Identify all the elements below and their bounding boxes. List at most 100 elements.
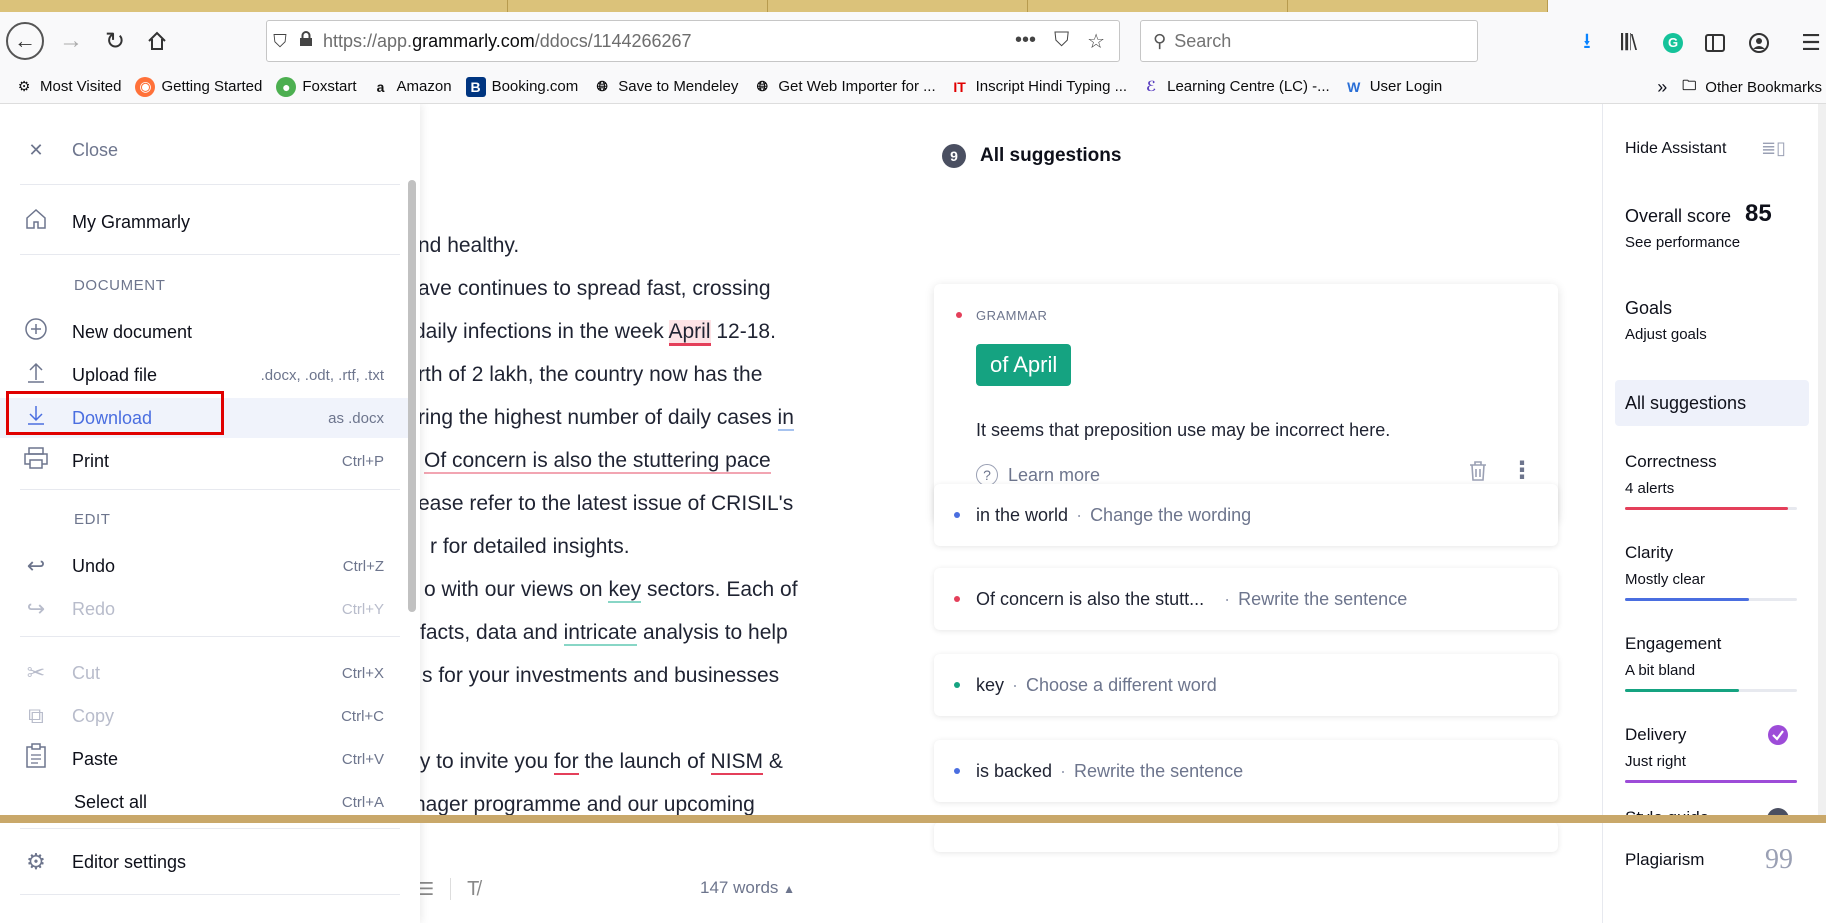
menu-editor-settings[interactable]: ⚙ Editor settings [0,842,410,882]
text-line[interactable]: ring the highest number of daily cases i… [418,406,794,431]
menu-redo[interactable]: ↪ Redo Ctrl+Y [0,589,410,629]
suggestion-card[interactable]: Of concern is also the stutt... · Rewrite… [934,568,1558,630]
flagged-word-nism[interactable]: NISM [710,750,764,775]
reload-button[interactable]: ↻ [98,24,132,58]
bookmark-web-importer[interactable]: 🌐︎ Get Web Importer for ... [752,77,936,97]
menu-download[interactable]: Download as .docx [0,398,410,438]
correctness-filter[interactable]: Correctness [1625,452,1717,472]
browser-tab[interactable] [1028,0,1288,12]
menu-cut[interactable]: ✂ Cut Ctrl+X [0,653,410,693]
bookmark-getting-started[interactable]: ◉ Getting Started [135,76,262,97]
suggestion-card[interactable]: key · Choose a different word [934,654,1558,716]
suggestion-card[interactable]: in the world · Change the wording [934,484,1558,546]
hamburger-menu-icon[interactable]: ☰ [1796,28,1826,58]
bookmark-learning-centre[interactable]: ℰ Learning Centre (LC) -... [1141,77,1330,97]
flagged-sentence[interactable]: Of concern is also the stuttering pace [424,449,771,474]
active-browser-tab[interactable] [1548,0,1826,12]
pocket-icon[interactable]: ⛉ [1054,29,1069,54]
flagged-word-for[interactable]: for [554,750,579,775]
suggestion-card[interactable] [934,822,1558,852]
search-bar[interactable]: ⚲ [1140,20,1478,62]
accept-suggestion-button[interactable]: of April [976,344,1072,386]
star-icon[interactable]: ☆ [1087,29,1105,54]
more-options-icon[interactable]: ⋮ [1510,456,1534,485]
bookmark-amazon[interactable]: a Amazon [371,77,452,97]
browser-tab[interactable] [258,0,508,12]
all-suggestions-filter[interactable]: All suggestions [1615,380,1809,426]
bookmark-foxstart[interactable]: ● Foxstart [276,76,357,97]
overall-score-label[interactable]: Overall score [1625,206,1731,227]
browser-tab[interactable] [768,0,1028,12]
menu-print[interactable]: Print Ctrl+P [0,441,410,481]
grammarly-extension-icon[interactable]: G [1658,28,1688,58]
text-line[interactable]: facts, data and intricate analysis to he… [420,621,788,646]
chevron-double-right-icon[interactable]: » [1657,77,1667,98]
text-line[interactable]: ave continues to spread fast, crossing [418,277,771,301]
text-line[interactable]: s for your investments and businesses [422,664,779,688]
page-actions-icon[interactable]: ••• [1015,29,1036,54]
search-input[interactable] [1174,30,1455,52]
bookmark-mendeley[interactable]: 🌐︎ Save to Mendeley [592,77,739,97]
globe-icon: ● [276,76,297,97]
text-line[interactable]: rth of 2 lakh, the country now has the [418,363,762,387]
close-menu-button[interactable]: ✕ Close [0,130,410,170]
clear-format-icon[interactable]: T̸ [467,878,479,901]
word-count[interactable]: 147 words ▲ [700,878,795,898]
url-text[interactable]: https://app.grammarly.com/ddocs/11442662… [323,31,1015,52]
text-line[interactable]: ease refer to the latest issue of CRISIL… [418,492,793,516]
flagged-word-in[interactable]: in [777,406,794,431]
flagged-word-intricate[interactable]: intricate [563,621,638,646]
hide-assistant-button[interactable]: Hide Assistant [1625,140,1726,158]
menu-new-document[interactable]: New document [0,312,410,352]
list-icon[interactable]: ☰ [418,879,434,900]
panel-toggle-icon[interactable]: ≣▯ [1761,138,1786,159]
text-line[interactable]: nd healthy. [418,234,519,258]
text-line[interactable]: daily infections in the week April 12-18… [414,320,776,346]
adjust-goals-link[interactable]: Adjust goals [1625,326,1707,343]
see-performance-link[interactable]: See performance [1625,234,1740,251]
menu-undo[interactable]: ↩ Undo Ctrl+Z [0,546,410,586]
globe-icon: 🌐︎ [756,78,768,94]
suggestions-header: 9 All suggestions [942,144,1121,168]
clipboard-icon [20,743,52,775]
downloads-icon[interactable]: ⭳ [1572,28,1602,58]
lock-icon[interactable] [293,30,319,52]
text-line[interactable]: r for detailed insights. [430,535,630,559]
bookmark-booking[interactable]: B Booking.com [465,76,578,97]
page-scrollbar[interactable] [1818,104,1826,815]
menu-upload-file[interactable]: Upload file .docx, .odt, .rtf, .txt [0,355,410,395]
text-line[interactable]: Of concern is also the stuttering pace [424,449,771,474]
flagged-word-key[interactable]: key [608,578,642,603]
menu-scrollbar[interactable] [408,180,416,612]
bookmark-inscript[interactable]: IT Inscript Hindi Typing ... [950,77,1127,97]
menu-my-grammarly[interactable]: My Grammarly [0,202,410,242]
browser-tab[interactable] [508,0,768,12]
text-line[interactable]: o with our views on key sectors. Each of [424,578,798,603]
menu-paste[interactable]: Paste Ctrl+V [0,739,410,779]
learn-more-link[interactable]: ? Learn more [976,464,1100,486]
text-line[interactable]: ty to invite you for the launch of NISM … [414,750,783,775]
sidebar-icon[interactable] [1700,28,1730,58]
suggestion-card[interactable]: is backed · Rewrite the sentence [934,740,1558,802]
back-button[interactable]: ← [6,22,44,60]
engagement-filter[interactable]: Engagement [1625,634,1721,654]
other-bookmarks[interactable]: 🗀︎ Other Bookmarks [1679,77,1822,97]
goals-label[interactable]: Goals [1625,298,1672,319]
flagged-word-april[interactable]: April [668,320,711,346]
url-bar[interactable]: ⛉ https://app.grammarly.com/ddocs/114426… [266,20,1120,62]
browser-tab[interactable] [1288,0,1548,12]
plagiarism-filter[interactable]: Plagiarism [1625,850,1704,870]
home-button[interactable] [140,24,174,58]
gear-icon: ⚙ [26,849,46,874]
download-icon [20,403,52,433]
forward-button[interactable]: → [54,24,88,58]
menu-copy[interactable]: ⧉ Copy Ctrl+C [0,696,410,736]
clarity-filter[interactable]: Clarity [1625,543,1673,563]
account-icon[interactable] [1744,28,1774,58]
shield-icon[interactable]: ⛉ [267,31,293,52]
bookmark-most-visited[interactable]: ⚙ Most Visited [14,77,122,97]
text-line[interactable]: nager programme and our upcoming [414,793,755,817]
delivery-filter[interactable]: Delivery [1625,725,1686,745]
bookmark-user-login[interactable]: W User Login [1344,77,1442,97]
library-icon[interactable]: 𝄃𝄃\ [1614,28,1644,58]
